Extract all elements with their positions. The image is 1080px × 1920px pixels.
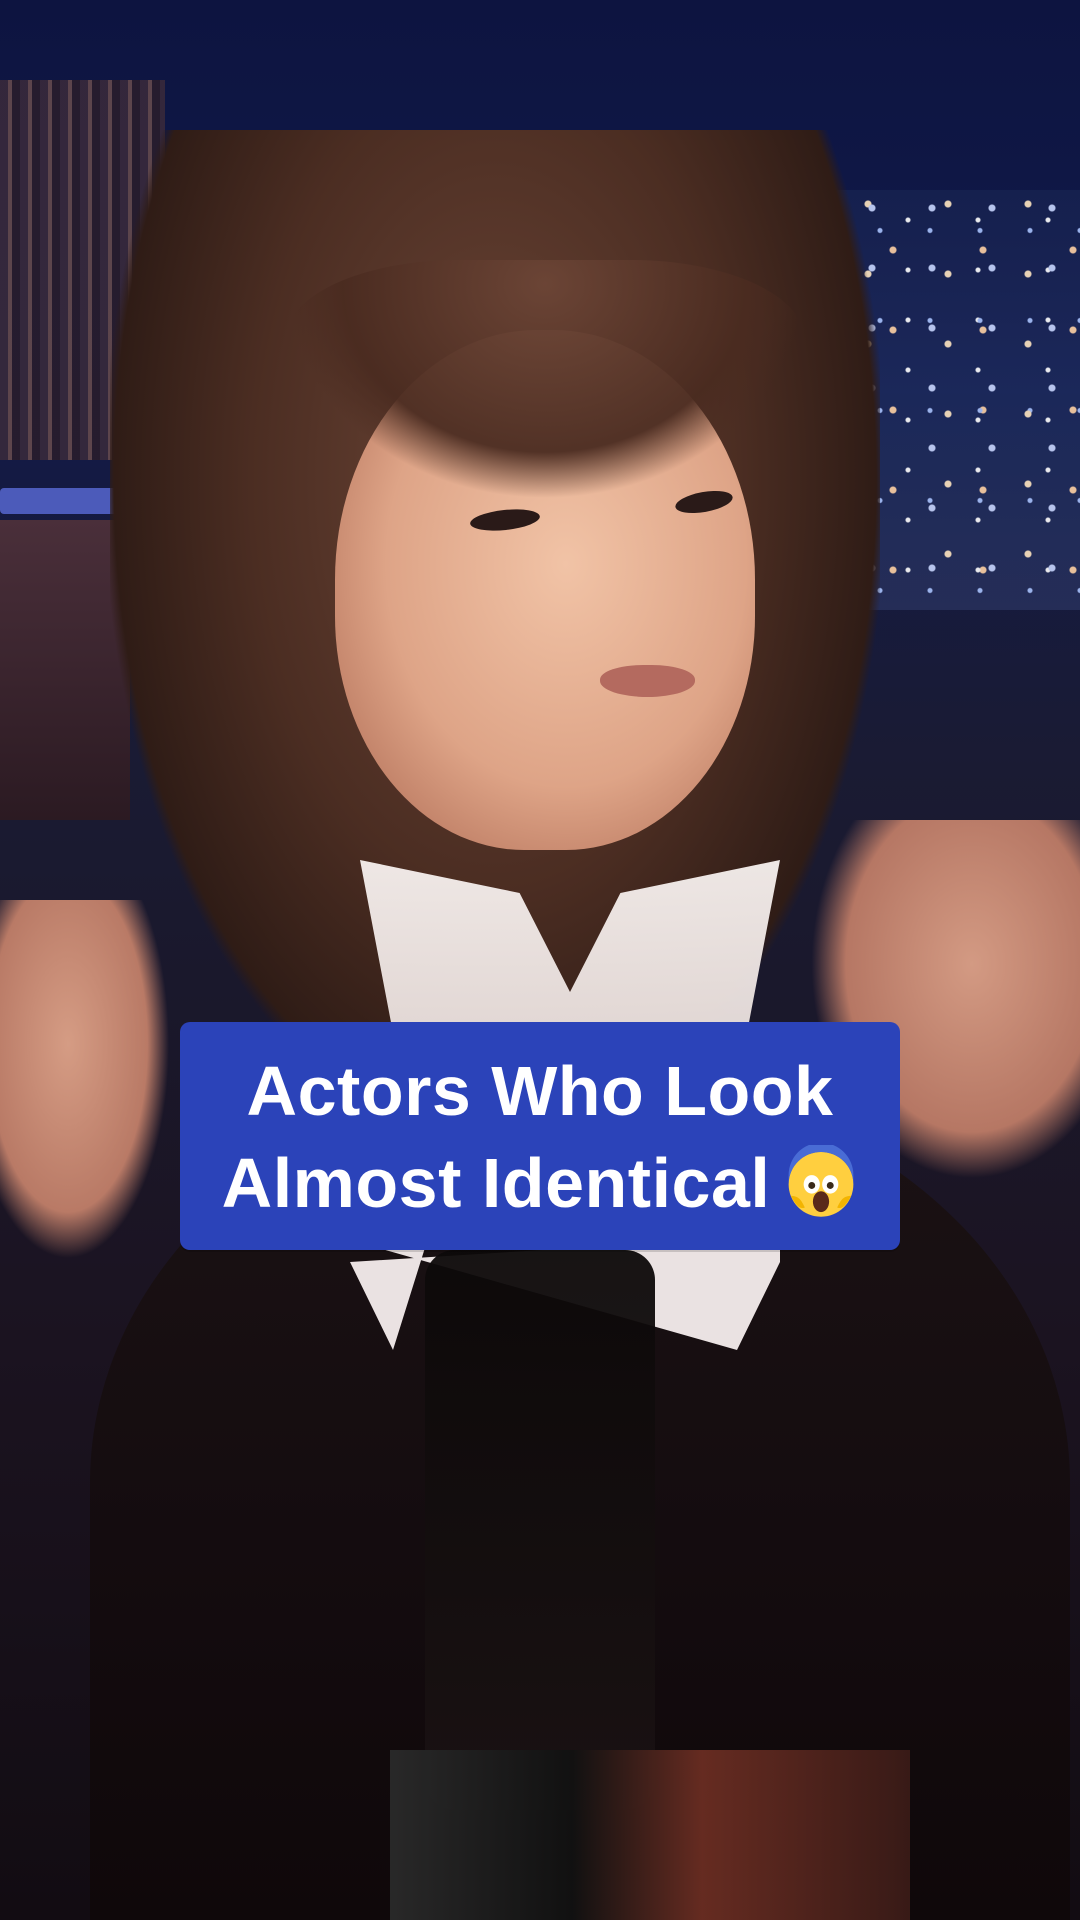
caption-overlay: Actors Who Look Almost Identical	[180, 1022, 900, 1250]
video-frame: Actors Who Look Almost Identical	[0, 0, 1080, 1920]
person-bangs	[285, 260, 805, 500]
face-screaming-in-fear-icon	[784, 1142, 858, 1219]
caption-line-1: Actors Who Look	[246, 1052, 834, 1130]
caption-line-2-text: Almost Identical	[221, 1144, 771, 1222]
person-mouth	[600, 665, 695, 697]
person-belt	[390, 1750, 910, 1920]
person-hand-left	[0, 900, 170, 1260]
caption-line-2: Almost Identical	[222, 1140, 859, 1226]
person-tie	[425, 1250, 655, 1810]
